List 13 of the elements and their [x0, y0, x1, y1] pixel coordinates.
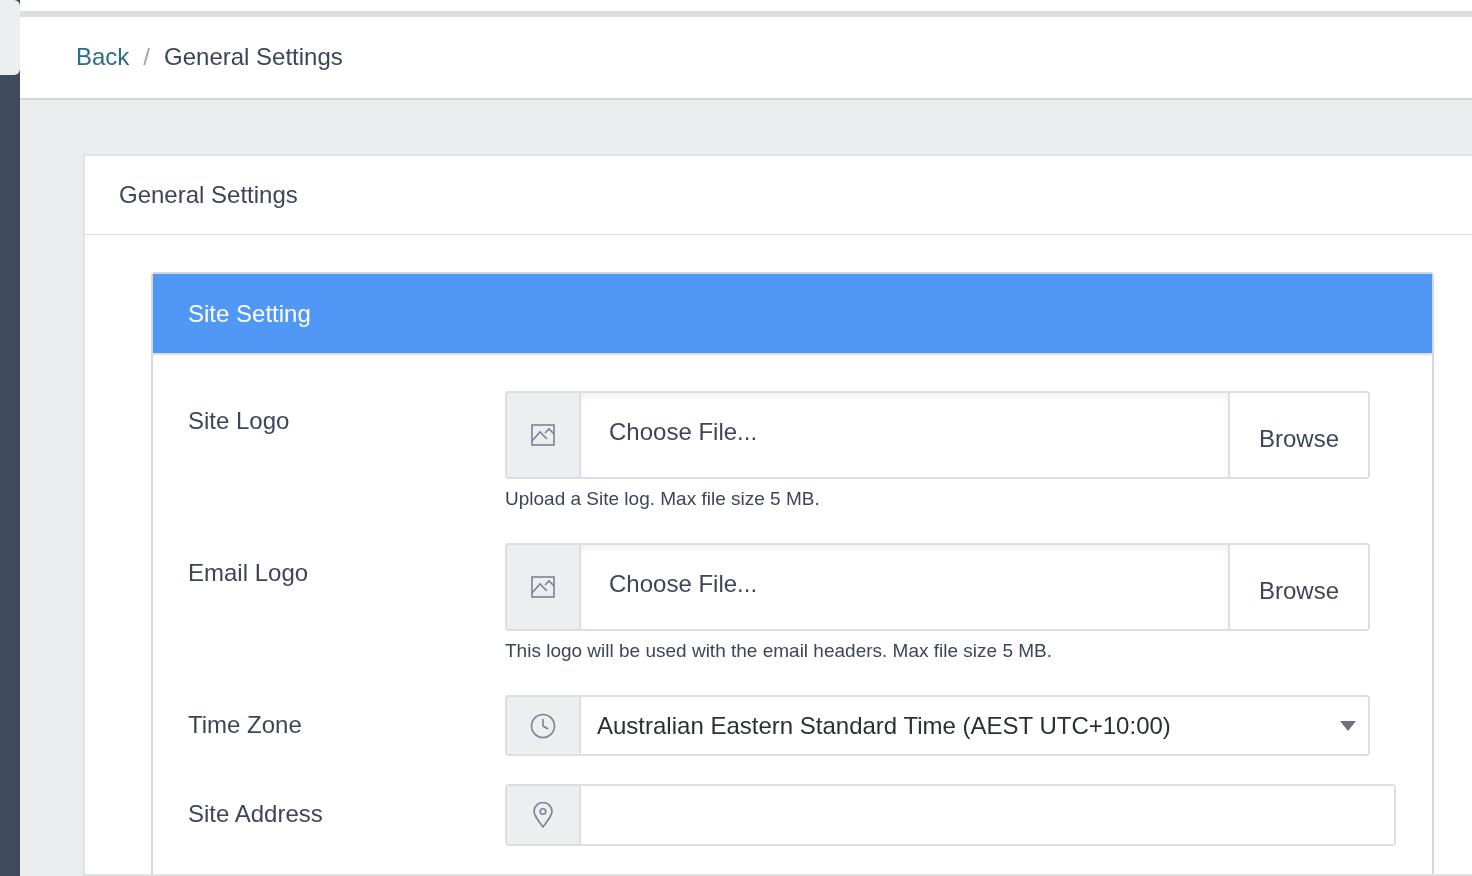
card-title: General Settings: [119, 181, 298, 209]
field-label: Email Logo: [188, 558, 310, 588]
location-pin-icon: [533, 802, 553, 828]
sidebar-tab[interactable]: [0, 0, 20, 75]
field-label: Site Logo: [188, 406, 291, 436]
help-text: This logo will be used with the email headers. Max file size 5 MB.: [505, 640, 1054, 662]
field-label: Site Address: [188, 799, 324, 829]
field-label: Time Zone: [188, 710, 303, 740]
breadcrumb-separator: /: [143, 43, 151, 72]
help-text: Upload a Site log. Max file size 5 MB.: [505, 488, 821, 510]
breadcrumb-current: General Settings: [164, 43, 343, 72]
panel-title: Site Setting: [188, 299, 311, 328]
back-link[interactable]: Back: [76, 43, 130, 72]
